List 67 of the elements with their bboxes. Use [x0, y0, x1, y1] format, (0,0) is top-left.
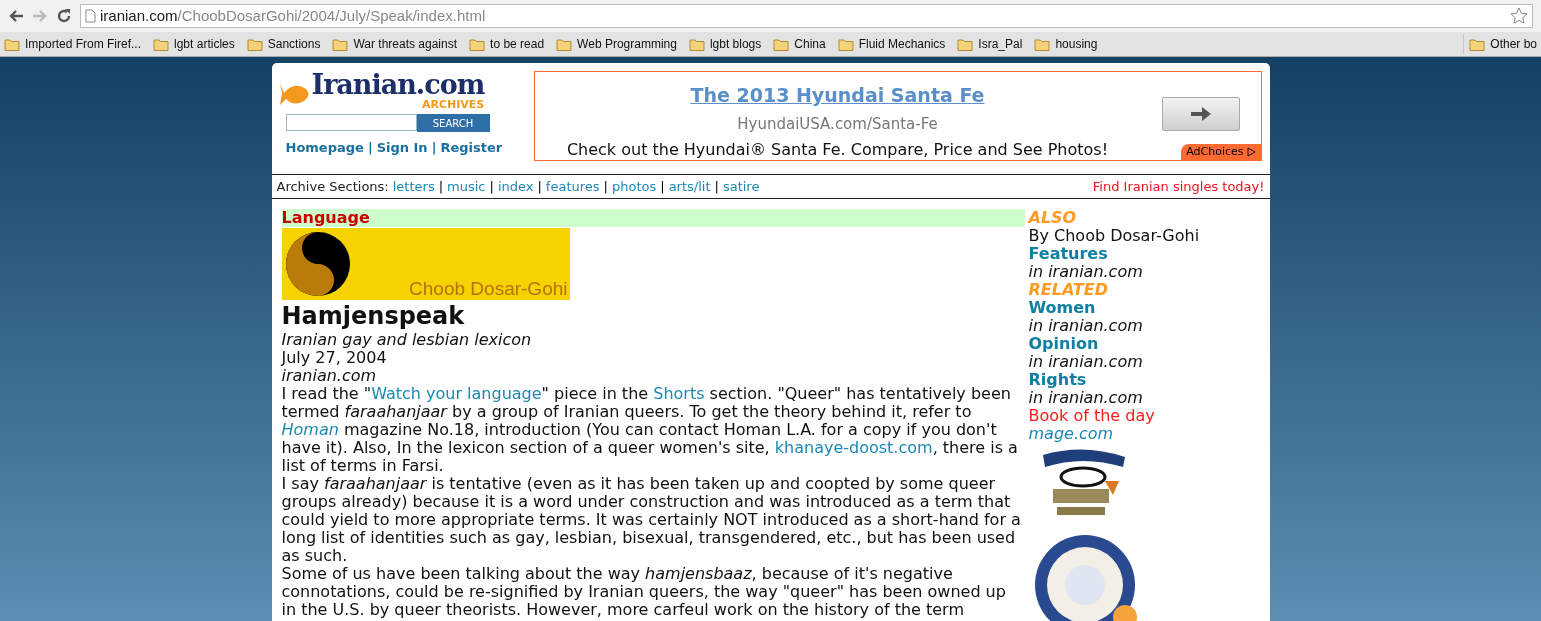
separator: | [714, 177, 719, 196]
section-heading: Language [281, 209, 1025, 227]
sidebar-heading: ALSO [1028, 209, 1077, 227]
promo-link[interactable]: Find Iranian singles today! [1092, 176, 1265, 197]
sidebar-link[interactable]: Opinion [1028, 335, 1099, 353]
nav-link[interactable]: letters [392, 176, 435, 197]
header-link[interactable]: Sign In [376, 138, 428, 158]
nav-link[interactable]: music [447, 176, 486, 197]
separator: | [489, 177, 494, 196]
article-source: iranian.com [281, 367, 378, 385]
bookmark[interactable]: lgbt articles [153, 35, 235, 54]
sidebar-link[interactable]: Rights [1028, 371, 1087, 389]
ad-text: Check out the Hyundai® Santa Fe. Compare, Price and See Photos! [566, 139, 1109, 161]
nav-link[interactable]: arts/lit [668, 176, 711, 197]
article-subtitle: Iranian gay and lesbian lexicon [281, 331, 533, 349]
separator: | [431, 139, 437, 157]
bookmark[interactable]: War threats against [332, 35, 458, 54]
separator: | [438, 177, 444, 196]
ad-title[interactable]: The 2013 Hyundai Santa Fe [690, 81, 985, 110]
bookmark[interactable]: Fluid Mechanics [837, 35, 946, 54]
nav-label: Archive Sections: [276, 177, 389, 196]
separator: | [367, 139, 373, 157]
sidebar-link[interactable]: Features [1028, 245, 1108, 263]
separator: | [537, 177, 542, 196]
bookmark[interactable]: Other bo [1469, 35, 1537, 54]
paragraph: I read the "Watch your language" piece in the Shorts section. "Queer" has tentatively been termed faraahanjaar by a group of Iranian queers. To get the theory behind it, refer to Homan magazine No.18, introduction (You can contact Homan L.A. for a copy if you don't have it). Also, In the lexicon section of a queer women's site, khanaye-doost.com, there is a list of terms in Farsi. [281, 385, 1019, 475]
bookmark[interactable]: Isra_Pal [957, 35, 1023, 54]
source-label: in iranian.com [1028, 389, 1143, 407]
bookmark[interactable]: lgbt blogs [688, 35, 762, 54]
adchoices-badge[interactable]: AdChoices [1181, 143, 1261, 160]
nav-link[interactable]: index [497, 176, 534, 197]
nav-link[interactable]: satire [722, 176, 760, 197]
source-label: in iranian.com [1028, 353, 1143, 371]
header-link[interactable]: Homepage [285, 138, 364, 158]
text-link[interactable]: khanaye-doost.com [774, 438, 933, 457]
text-link[interactable]: Watch your language [371, 384, 542, 403]
paragraph: I say faraahanjaar is tentative (even as it has been taken up and coopted by some queer groups already) because it is a word under construction and was introduced as a term that could yield to more appropriate terms. It was certainly NOT introduced as a short-hand for a long list of identities such as gay, lesbian, bisexual, transgendered, etc., but has been used as such. [281, 475, 1022, 565]
search-button[interactable]: SEARCH [416, 114, 490, 132]
sidebar-link[interactable]: mage.com [1028, 425, 1114, 443]
sidebar-link[interactable]: Women [1028, 299, 1096, 317]
separator: | [660, 177, 665, 196]
text-link[interactable]: Shorts [653, 384, 705, 403]
logo-subtitle: ARCHIVES [421, 99, 485, 111]
site-logo[interactable]: Iranian.com [311, 71, 485, 99]
author-banner: Choob Dosar-Gohi [281, 228, 570, 300]
nav-link[interactable]: features [545, 176, 600, 197]
sidebar-heading: RELATED [1028, 281, 1108, 299]
bookmark[interactable]: Web Programming [556, 35, 677, 54]
source-label: in iranian.com [1028, 263, 1143, 281]
bookmark[interactable]: China [773, 35, 826, 54]
bookmark[interactable]: to be read [469, 35, 545, 54]
article-title: Hamjenspeak [281, 301, 466, 331]
nav-link[interactable]: photos [611, 176, 657, 197]
promo-label: Book of the day [1028, 407, 1155, 425]
bookmark[interactable]: Sanctions [246, 35, 321, 54]
text-link[interactable]: Homan [281, 420, 339, 439]
address-bar[interactable]: iranian.com/ChoobDosarGohi/2004/July/Speak/index.html [80, 4, 1533, 29]
ad-url: HyundaiUSA.com/Santa-Fe [737, 113, 938, 135]
header-link[interactable]: Register [440, 138, 503, 158]
article-date: July 27, 2004 [281, 349, 388, 367]
source-label: in iranian.com [1028, 317, 1143, 335]
byline: By Choob Dosar-Gohi [1028, 227, 1200, 245]
bookmark[interactable]: Imported From Firef... [4, 35, 142, 54]
bookmark[interactable]: housing [1034, 35, 1098, 54]
url-text: iranian.com/ChoobDosarGohi/2004/July/Speak/index.html [100, 5, 487, 26]
paragraph: Some of us have been talking about the way hamjensbaaz, because of it's negative connotations, could be re-signified by Iranian queers, the way "queer" has been owned up in the U.S. by queer theorists. However, more carfeul work on the history of the term [281, 565, 1007, 619]
separator: | [603, 177, 608, 196]
